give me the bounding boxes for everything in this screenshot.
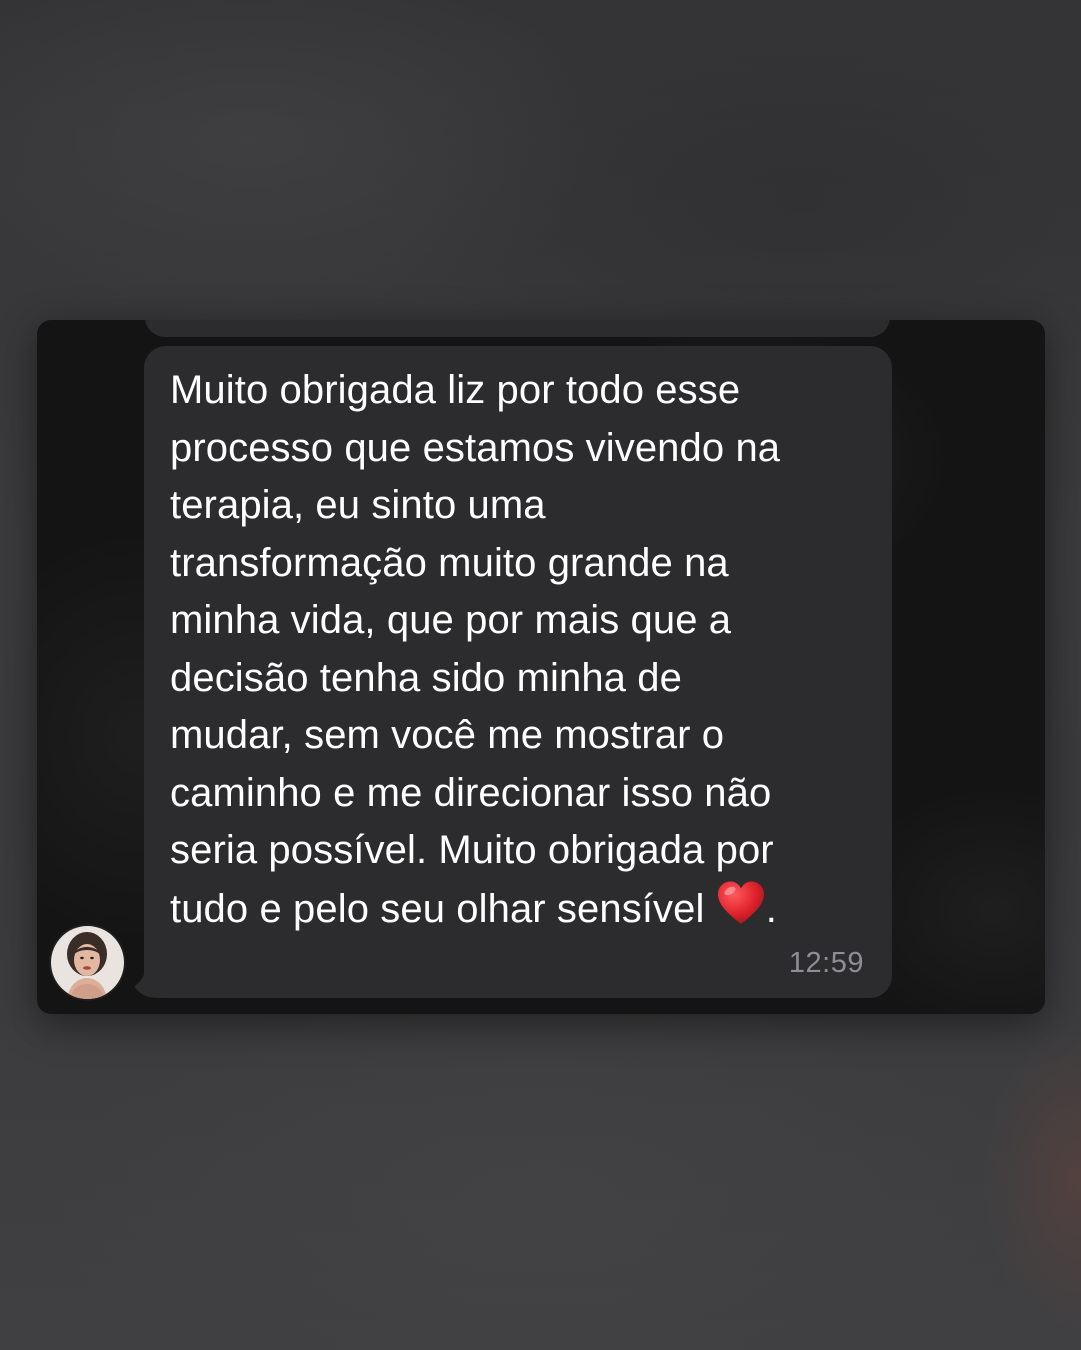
message-line-end: . [765, 886, 777, 931]
message-bubble[interactable]: Muito obrigada liz por todo esse process… [144, 346, 892, 998]
message-line: transformação muito grande na [170, 540, 729, 585]
message-line: Muito obrigada liz por todo esse [170, 368, 741, 412]
message-line: minha vida, que por mais que a [170, 598, 732, 642]
person-avatar-icon [51, 926, 124, 999]
chat-screenshot-card: Muito obrigada liz por todo esse process… [37, 320, 1045, 1014]
message-line: seria possível. Muito obrigada por [170, 828, 774, 872]
message-timestamp: 12:59 [788, 947, 864, 979]
message-line: processo que estamos vivendo na [170, 425, 781, 470]
heart-emoji-icon [716, 880, 766, 943]
message-line: decisão tenha sido minha de [170, 655, 682, 700]
previous-message-bubble [145, 320, 890, 337]
message-line: mudar, sem você me mostrar o [170, 713, 725, 757]
message-line: tudo e pelo seu olhar sensível [170, 886, 716, 931]
sender-avatar[interactable] [49, 924, 126, 1001]
message-line: terapia, eu sinto uma [170, 483, 546, 527]
message-line: caminho e me direcionar isso não [170, 770, 772, 815]
message-text: Muito obrigada liz por todo esse process… [170, 362, 870, 942]
